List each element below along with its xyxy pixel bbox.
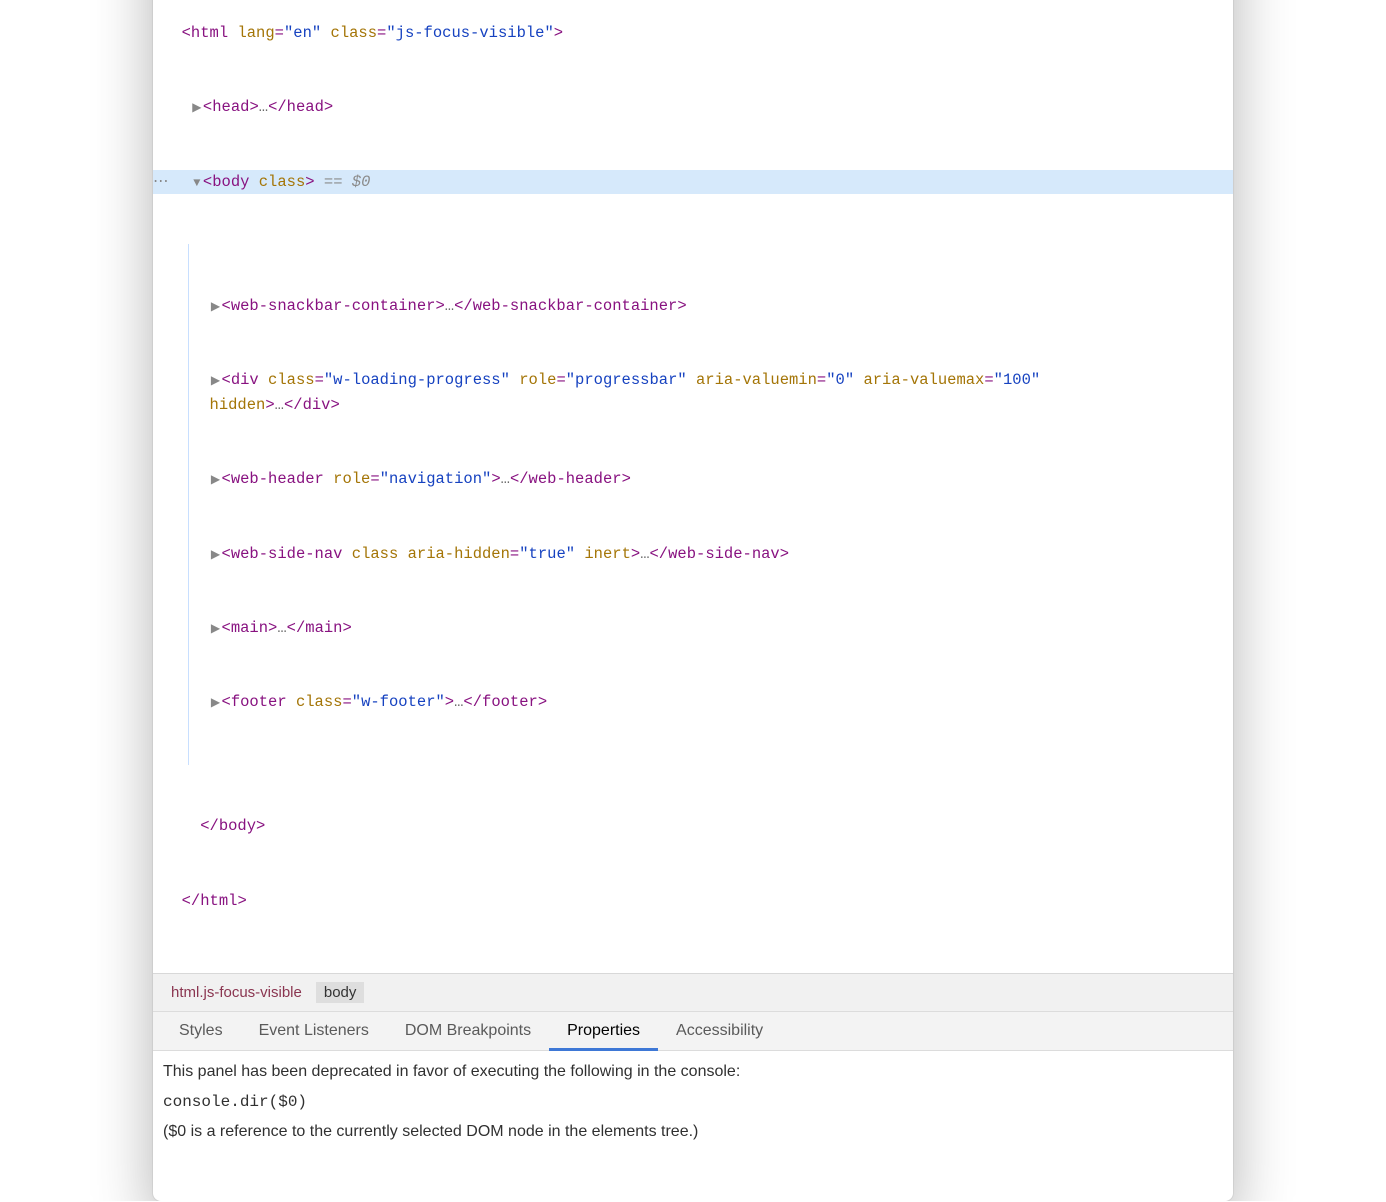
breadcrumb-item[interactable]: html.js-focus-visible <box>163 982 310 1003</box>
deprecation-text: This panel has been deprecated in favor … <box>163 1063 1223 1081</box>
expand-caret-icon[interactable]: ▶ <box>191 99 203 118</box>
dom-child-header[interactable]: ▶<web-header role="navigation">…</web-he… <box>153 467 1233 492</box>
expand-caret-icon[interactable]: ▶ <box>210 546 222 565</box>
dom-head[interactable]: ▶<head>…</head> <box>153 95 1233 120</box>
devtools-window: DevTools - web.dev/ Elements Console Sou… <box>153 0 1233 1201</box>
dom-child-loading[interactable]: ▶<div class="w-loading-progress" role="p… <box>153 368 1233 418</box>
elements-dom-tree[interactable]: <!DOCTYPE html> <html lang="en" class="j… <box>153 0 1233 973</box>
dom-body-close[interactable]: </body> <box>153 814 1233 839</box>
expand-caret-icon[interactable]: ▶ <box>210 620 222 639</box>
elements-subtabs: Styles Event Listeners DOM Breakpoints P… <box>153 1011 1233 1051</box>
subtab-accessibility[interactable]: Accessibility <box>658 1012 781 1050</box>
collapse-caret-icon[interactable]: ▼ <box>191 174 203 193</box>
deprecation-note: ($0 is a reference to the currently sele… <box>163 1123 1223 1141</box>
dom-child-sidenav[interactable]: ▶<web-side-nav class aria-hidden="true" … <box>153 542 1233 567</box>
subtab-event-listeners[interactable]: Event Listeners <box>241 1012 387 1050</box>
properties-panel: This panel has been deprecated in favor … <box>153 1051 1233 1201</box>
expand-caret-icon[interactable]: ▶ <box>210 372 222 391</box>
breadcrumb-item[interactable]: body <box>316 982 365 1003</box>
subtab-dom-breakpoints[interactable]: DOM Breakpoints <box>387 1012 549 1050</box>
expand-caret-icon[interactable]: ▶ <box>210 298 222 317</box>
dom-html-close[interactable]: </html> <box>153 889 1233 914</box>
dom-child-snackbar[interactable]: ▶<web-snackbar-container>…</web-snackbar… <box>153 294 1233 319</box>
deprecation-code: console.dir($0) <box>163 1093 1223 1111</box>
dom-body-open[interactable]: ▼<body class> == $0 <box>153 170 1233 195</box>
expand-caret-icon[interactable]: ▶ <box>210 694 222 713</box>
dom-html-open[interactable]: <html lang="en" class="js-focus-visible"… <box>153 21 1233 46</box>
expand-caret-icon[interactable]: ▶ <box>210 471 222 490</box>
subtab-properties[interactable]: Properties <box>549 1012 658 1050</box>
subtab-styles[interactable]: Styles <box>161 1012 241 1050</box>
breadcrumb: html.js-focus-visible body <box>153 973 1233 1011</box>
dom-child-footer[interactable]: ▶<footer class="w-footer">…</footer> <box>153 690 1233 715</box>
dom-child-main[interactable]: ▶<main>…</main> <box>153 616 1233 641</box>
